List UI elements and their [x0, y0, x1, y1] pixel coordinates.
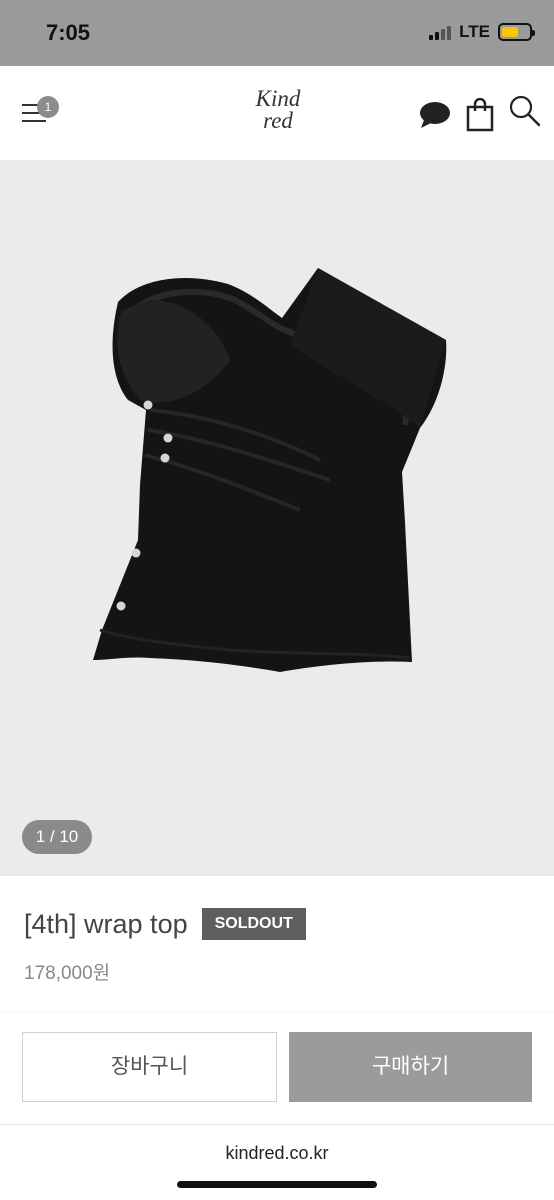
add-to-cart-button[interactable]: 장바구니: [22, 1032, 277, 1102]
menu-badge: 1: [37, 96, 59, 118]
cart-icon-button[interactable]: [466, 97, 494, 137]
home-indicator[interactable]: [177, 1181, 377, 1188]
image-counter: 1 / 10: [22, 820, 92, 854]
browser-url-bar[interactable]: kindred.co.kr: [0, 1124, 554, 1200]
product-gallery[interactable]: 1 / 10: [0, 160, 554, 876]
status-indicators: LTE: [429, 22, 535, 42]
chat-button[interactable]: [418, 100, 452, 135]
product-price: 178,000원: [24, 963, 111, 984]
logo-line-1: Kind: [255, 86, 301, 111]
product-title-row: [4th] wrap top SOLDOUT: [24, 908, 306, 940]
chat-bubble-icon: [420, 102, 450, 128]
network-label: LTE: [459, 22, 490, 41]
logo-line-2: red: [263, 108, 293, 133]
url-text: kindred.co.kr: [225, 1143, 329, 1163]
purchase-action-bar: 장바구니 구매하기: [0, 1014, 554, 1124]
shopping-bag-icon: [466, 97, 494, 132]
status-time: 7:05: [46, 20, 91, 45]
signal-icon: [429, 24, 452, 40]
battery-icon: [498, 23, 535, 41]
search-icon: [509, 95, 541, 127]
product-image: [93, 268, 447, 672]
buy-now-button[interactable]: 구매하기: [289, 1032, 532, 1102]
search-button[interactable]: [508, 94, 542, 133]
site-header: 1 Kind red: [0, 66, 554, 160]
product-title: [4th] wrap top: [24, 908, 188, 939]
site-logo[interactable]: Kind red: [248, 86, 308, 138]
status-bar: 7:05 LTE: [0, 0, 554, 66]
status-badge: SOLDOUT: [201, 908, 306, 940]
